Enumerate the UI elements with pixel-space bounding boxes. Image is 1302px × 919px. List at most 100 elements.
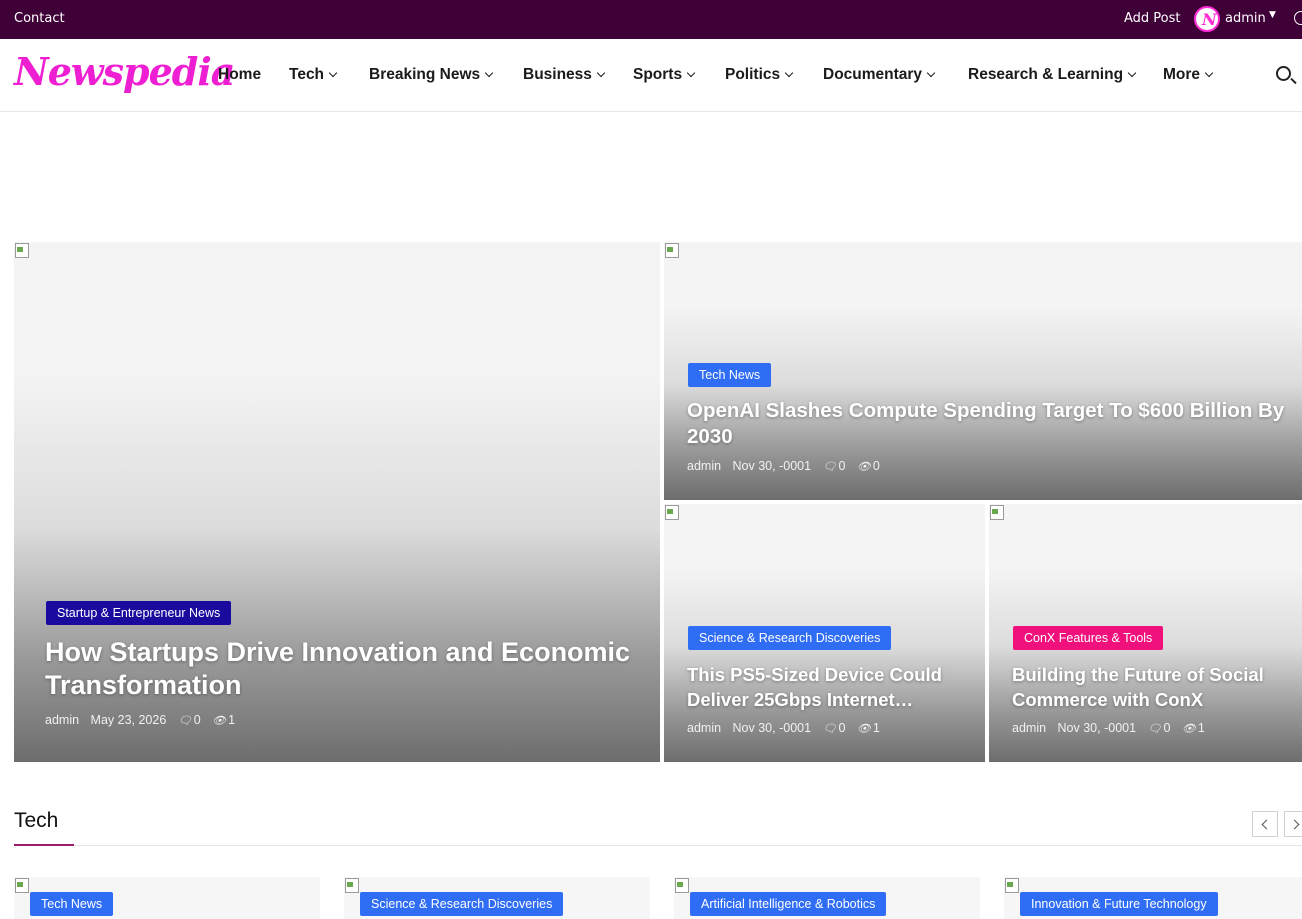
- comment-count: 0: [193, 713, 201, 727]
- chevron-down-icon: [1127, 68, 1137, 78]
- article-author[interactable]: admin: [687, 721, 721, 735]
- avatar-letter: N: [1202, 10, 1217, 29]
- clock-icon[interactable]: [1294, 11, 1302, 25]
- nav-label: Home: [218, 66, 262, 83]
- section-title: Tech: [14, 809, 59, 832]
- hero-top-right-card[interactable]: Tech News OpenAI Slashes Compute Spendin…: [664, 242, 1302, 500]
- article-date: Nov 30, -0001: [732, 459, 812, 473]
- nav-item-sports[interactable]: Sports: [633, 66, 696, 84]
- tech-card[interactable]: Artificial Intelligence & Robotics: [674, 877, 980, 919]
- comment-icon: 🗨: [822, 723, 837, 735]
- article-date: May 23, 2026: [90, 713, 167, 727]
- broken-image-icon: [664, 242, 680, 258]
- hero-main-card[interactable]: Startup & Entrepreneur News How Startups…: [14, 242, 660, 762]
- nav-item-politics[interactable]: Politics: [725, 66, 794, 84]
- nav-label: Politics: [725, 66, 781, 83]
- nav-label: Documentary: [823, 66, 923, 83]
- category-badge[interactable]: Science & Research Discoveries: [360, 892, 564, 916]
- view-count: 1: [1197, 721, 1205, 735]
- tech-card[interactable]: Innovation & Future Technology: [1004, 877, 1302, 919]
- nav-item-documentary[interactable]: Documentary: [823, 66, 936, 84]
- main-header: Newspedia Home Tech Breaking News Busine…: [0, 39, 1302, 112]
- article-meta: admin Nov 30, -0001 🗨 0 👁 0: [687, 459, 888, 473]
- article-title[interactable]: How Startups Drive Innovation and Econom…: [45, 636, 645, 702]
- view-count: 1: [228, 713, 236, 727]
- nav-item-breaking-news[interactable]: Breaking News: [369, 66, 494, 84]
- comment-count: 0: [1163, 721, 1171, 735]
- category-badge[interactable]: Startup & Entrepreneur News: [46, 601, 232, 625]
- comment-icon: 🗨: [1147, 723, 1162, 735]
- add-post-link[interactable]: Add Post: [1124, 11, 1181, 26]
- chevron-down-icon: [328, 68, 338, 78]
- nav-label: Breaking News: [369, 66, 481, 83]
- hero-bottom-right-card[interactable]: ConX Features & Tools Building the Futur…: [989, 504, 1302, 762]
- article-author[interactable]: admin: [1012, 721, 1046, 735]
- nav-item-research-learning[interactable]: Research & Learning: [968, 66, 1137, 84]
- user-avatar[interactable]: N: [1194, 6, 1220, 32]
- category-badge[interactable]: Science & Research Discoveries: [688, 626, 892, 650]
- carousel-prev-button[interactable]: [1252, 811, 1278, 837]
- eye-icon: 👁: [1181, 723, 1196, 735]
- comment-icon: 🗨: [822, 461, 837, 473]
- nav-item-tech[interactable]: Tech: [289, 66, 338, 84]
- search-icon[interactable]: [1276, 66, 1291, 81]
- article-meta: admin Nov 30, -0001 🗨 0 👁 1: [1012, 721, 1213, 735]
- view-count: 1: [872, 721, 880, 735]
- view-count: 0: [872, 459, 880, 473]
- eye-icon: 👁: [856, 461, 871, 473]
- article-date: Nov 30, -0001: [1057, 721, 1137, 735]
- nav-item-more[interactable]: More: [1163, 66, 1214, 84]
- comment-icon: 🗨: [177, 715, 192, 727]
- section-title-underline: [14, 844, 74, 846]
- category-badge[interactable]: Innovation & Future Technology: [1020, 892, 1218, 916]
- chevron-down-icon: [784, 68, 794, 78]
- chevron-down-icon: [1204, 68, 1214, 78]
- section-divider: [14, 845, 1302, 846]
- broken-image-icon: [344, 877, 360, 893]
- broken-image-icon: [674, 877, 690, 893]
- broken-image-icon: [14, 877, 30, 893]
- site-logo[interactable]: Newspedia: [14, 49, 235, 94]
- eye-icon: 👁: [856, 723, 871, 735]
- broken-image-icon: [14, 242, 30, 258]
- article-meta: admin Nov 30, -0001 🗨 0 👁 1: [687, 721, 888, 735]
- top-bar: Contact Add Post N admin ▼: [0, 0, 1302, 39]
- article-meta: admin May 23, 2026 🗨 0 👁 1: [45, 713, 243, 727]
- comment-count: 0: [838, 721, 846, 735]
- tech-card[interactable]: Tech News: [14, 877, 320, 919]
- contact-link[interactable]: Contact: [14, 11, 65, 26]
- article-title[interactable]: Building the Future of Social Commerce w…: [1012, 662, 1294, 712]
- article-title[interactable]: OpenAI Slashes Compute Spending Target T…: [687, 398, 1287, 450]
- chevron-down-icon: [484, 68, 494, 78]
- category-badge[interactable]: Tech News: [688, 363, 772, 387]
- category-badge[interactable]: ConX Features & Tools: [1013, 626, 1164, 650]
- nav-label: Business: [523, 66, 592, 83]
- user-menu-caret-icon[interactable]: ▼: [1269, 10, 1276, 20]
- nav-label: Tech: [289, 66, 325, 83]
- category-badge[interactable]: Artificial Intelligence & Robotics: [690, 892, 887, 916]
- broken-image-icon: [989, 504, 1005, 520]
- nav-item-home[interactable]: Home: [218, 66, 261, 84]
- broken-image-icon: [1004, 877, 1020, 893]
- tech-card[interactable]: Science & Research Discoveries: [344, 877, 650, 919]
- article-title[interactable]: This PS5-Sized Device Could Deliver 25Gb…: [687, 662, 972, 712]
- nav-label: Research & Learning: [968, 66, 1124, 83]
- chevron-down-icon: [686, 68, 696, 78]
- user-name[interactable]: admin: [1225, 11, 1266, 26]
- article-author[interactable]: admin: [45, 713, 79, 727]
- chevron-right-icon: [1289, 819, 1300, 830]
- nav-item-business[interactable]: Business: [523, 66, 606, 84]
- article-date: Nov 30, -0001: [732, 721, 812, 735]
- chevron-down-icon: [596, 68, 606, 78]
- chevron-down-icon: [926, 68, 936, 78]
- comment-count: 0: [838, 459, 846, 473]
- hero-bottom-left-card[interactable]: Science & Research Discoveries This PS5-…: [664, 504, 985, 762]
- nav-label: More: [1163, 66, 1201, 83]
- nav-label: Sports: [633, 66, 683, 83]
- article-author[interactable]: admin: [687, 459, 721, 473]
- category-badge[interactable]: Tech News: [30, 892, 114, 916]
- carousel-next-button[interactable]: [1284, 811, 1302, 837]
- chevron-left-icon: [1261, 819, 1272, 830]
- eye-icon: 👁: [212, 715, 227, 727]
- broken-image-icon: [664, 504, 680, 520]
